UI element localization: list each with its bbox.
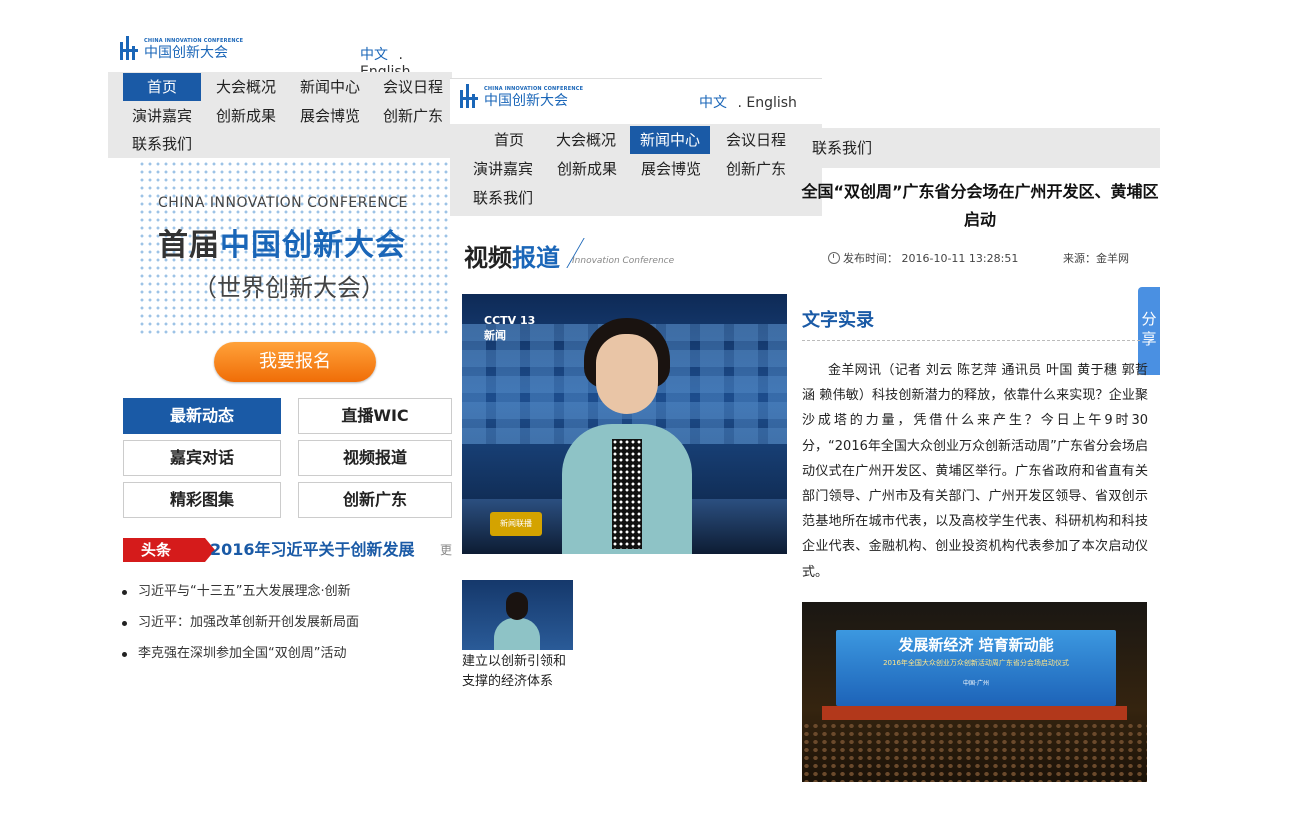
hero-title-en: CHINA INNOVATION CONFERENCE	[158, 195, 408, 211]
stage	[822, 706, 1127, 720]
banner-subtitle: 2016年全国大众创业万众创新活动周广东省分会场启动仪式	[883, 659, 1069, 667]
article-body: 金羊网讯（记者 刘云 陈艺萍 通讯员 叶国 黄于穗 郭哲涵 赖伟敏）科技创新潜力…	[802, 363, 1148, 580]
program-badge: 新闻联播	[490, 512, 542, 536]
hero-subtitle: （世界创新大会）	[193, 274, 385, 302]
video-anchor-face	[596, 334, 658, 414]
audience	[802, 722, 1147, 782]
hero-banner: CHINA INNOVATION CONFERENCE 首届中国创新大会 （世界…	[138, 160, 448, 335]
nav-achievements[interactable]: 创新成果	[548, 155, 626, 183]
thumb-anchor	[494, 618, 540, 650]
panel-article: 联系我们 全国“双创周”广东省分会场在广州开发区、黄埔区启动 发布时间： 201…	[800, 128, 1160, 788]
video-thumbnail[interactable]	[462, 580, 573, 650]
clock-icon	[828, 252, 840, 264]
panel-video: CHINA INNOVATION CONFERENCE 中国创新大会 中文 . …	[450, 78, 822, 718]
register-button[interactable]: 我要报名	[214, 342, 376, 382]
news-item[interactable]: 习近平：加强改革创新开创发展新局面	[122, 613, 359, 644]
hero-title-cn: 首届中国创新大会	[158, 228, 406, 263]
divider	[802, 340, 1140, 341]
nav-speakers[interactable]: 演讲嘉宾	[465, 155, 541, 183]
grid-gallery[interactable]: 精彩图集	[123, 482, 281, 518]
logo-text-en: CHINA INNOVATION CONFERENCE	[484, 85, 584, 92]
event-banner: 发展新经济 培育新动能 2016年全国大众创业万众创新活动周广东省分会场启动仪式…	[836, 630, 1116, 706]
nav-speakers[interactable]: 演讲嘉宾	[123, 102, 201, 130]
nav-overview[interactable]: 大会概况	[206, 73, 286, 101]
logo-text-cn: 中国创新大会	[484, 92, 568, 109]
section-title: 视频报道	[464, 244, 560, 272]
site-logo[interactable]: CHINA INNOVATION CONFERENCE 中国创新大会	[120, 36, 243, 62]
article-photo: 发展新经济 培育新动能 2016年全国大众创业万众创新活动周广东省分会场启动仪式…	[802, 602, 1147, 782]
grid-innovation-guangdong[interactable]: 创新广东	[298, 482, 452, 518]
banner-location: 中国·广州	[963, 680, 989, 687]
article-nav-strip: 联系我们	[800, 128, 1160, 168]
panel-home: CHINA INNOVATION CONFERENCE 中国创新大会 中文 . …	[108, 30, 452, 730]
language-switcher: 中文 . English	[699, 92, 797, 112]
logo-icon	[120, 36, 140, 62]
lang-en-link[interactable]: . English	[737, 95, 796, 111]
nav-home[interactable]: 首页	[470, 126, 548, 154]
logo-text-en: CHINA INNOVATION CONFERENCE	[144, 37, 244, 44]
nav-contact[interactable]: 联系我们	[800, 134, 884, 162]
nav-contact[interactable]: 联系我们	[465, 184, 541, 212]
news-item[interactable]: 李克强在深圳参加全国“双创周”活动	[122, 644, 359, 675]
site-logo[interactable]: CHINA INNOVATION CONFERENCE 中国创新大会	[460, 84, 583, 110]
grid-live-wic[interactable]: 直播WIC	[298, 398, 452, 434]
grid-video-reports[interactable]: 视频报道	[298, 440, 452, 476]
thumbnail-caption[interactable]: 建立以创新引领和支撑的经济体系	[462, 652, 574, 692]
nav-expo[interactable]: 展会博览	[632, 155, 710, 183]
grid-latest-news[interactable]: 最新动态	[123, 398, 281, 434]
nav-guangdong[interactable]: 创新广东	[374, 102, 452, 130]
headline-tag: 头条	[123, 538, 215, 562]
main-nav: 首页 大会概况 新闻中心 会议日程 演讲嘉宾 创新成果 展会博览 创新广东 联系…	[450, 124, 822, 216]
banner-title: 发展新经济 培育新动能	[898, 636, 1054, 654]
nav-overview[interactable]: 大会概况	[550, 126, 622, 154]
nav-guangdong[interactable]: 创新广东	[716, 155, 796, 183]
logo-text-cn: 中国创新大会	[144, 44, 228, 61]
nav-news[interactable]: 新闻中心	[630, 126, 710, 154]
nav-expo[interactable]: 展会博览	[290, 102, 370, 130]
channel-logo: CCTV 13 新闻	[484, 314, 536, 342]
section-title-en: Innovation Conference	[572, 256, 675, 266]
lang-cn-link[interactable]: 中文	[360, 47, 388, 63]
article-publish-time: 发布时间： 2016-10-11 13:28:51	[828, 250, 1018, 266]
article-source: 来源：金羊网	[1063, 252, 1129, 265]
news-list: 习近平与“十三五”五大发展理念·创新 习近平：加强改革创新开创发展新局面 李克强…	[122, 582, 359, 675]
nav-contact[interactable]: 联系我们	[123, 130, 201, 158]
main-nav: 首页 大会概况 新闻中心 会议日程 演讲嘉宾 创新成果 展会博览 创新广东 联系…	[108, 72, 452, 158]
video-player[interactable]: CCTV 13 新闻 新闻联播	[462, 294, 787, 554]
news-item[interactable]: 习近平与“十三五”五大发展理念·创新	[122, 582, 359, 613]
grid-guest-dialogue[interactable]: 嘉宾对话	[123, 440, 281, 476]
logo-icon	[460, 84, 480, 110]
nav-schedule[interactable]: 会议日程	[716, 126, 796, 154]
nav-achievements[interactable]: 创新成果	[206, 102, 286, 130]
lang-cn-link[interactable]: 中文	[699, 95, 727, 111]
thumb-anchor-head	[506, 592, 528, 620]
headline-link[interactable]: 2016年习近平关于创新发展	[210, 538, 415, 562]
nav-home[interactable]: 首页	[123, 73, 201, 101]
nav-schedule[interactable]: 会议日程	[374, 73, 452, 101]
video-anchor-shirt	[612, 439, 642, 549]
nav-news[interactable]: 新闻中心	[290, 73, 370, 101]
article-subtitle: 文字实录	[802, 310, 874, 331]
article-title: 全国“双创周”广东省分会场在广州开发区、黄埔区启动	[801, 182, 1159, 229]
